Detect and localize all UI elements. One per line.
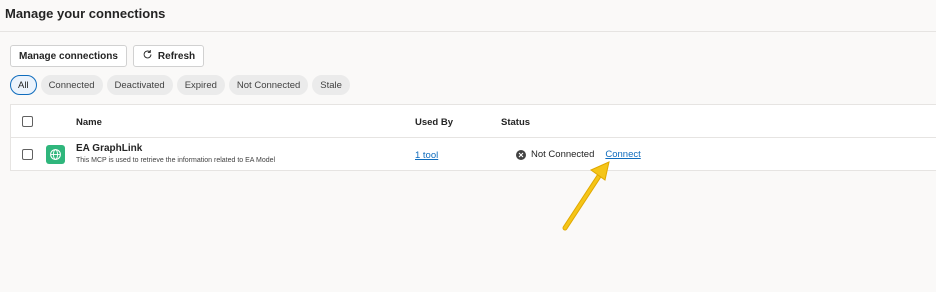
page-title: Manage your connections xyxy=(5,6,166,21)
connect-link[interactable]: Connect xyxy=(605,149,640,160)
page-header: Manage your connections xyxy=(0,0,936,32)
table-header: Name Used By Status xyxy=(11,105,936,138)
refresh-label: Refresh xyxy=(157,50,196,62)
manage-connections-label: Manage connections xyxy=(19,50,118,62)
table-row[interactable]: EA GraphLink This MCP is used to retriev… xyxy=(11,138,936,171)
filter-chip-stale[interactable]: Stale xyxy=(312,75,350,95)
column-header-used-by[interactable]: Used By xyxy=(415,117,453,128)
refresh-icon xyxy=(142,49,153,63)
globe-icon xyxy=(46,145,65,164)
connections-table: Name Used By Status EA GraphLink This MC… xyxy=(10,104,936,171)
used-by-link[interactable]: 1 tool xyxy=(415,150,438,161)
status-text: Not Connected xyxy=(531,149,595,160)
annotation-arrow xyxy=(562,161,610,231)
row-checkbox[interactable] xyxy=(22,149,33,160)
filter-chip-deactivated[interactable]: Deactivated xyxy=(106,75,173,95)
filter-chip-expired[interactable]: Expired xyxy=(176,75,225,95)
column-header-status[interactable]: Status xyxy=(501,117,530,128)
filter-chip-not-connected[interactable]: Not Connected xyxy=(228,75,309,95)
filter-chip-connected[interactable]: Connected xyxy=(40,75,103,95)
filter-chip-all[interactable]: All xyxy=(10,75,37,95)
refresh-button[interactable]: Refresh xyxy=(132,45,205,67)
toolbar: Manage connections Refresh xyxy=(10,45,205,67)
manage-connections-button[interactable]: Manage connections xyxy=(10,45,127,67)
connection-description: This MCP is used to retrieve the informa… xyxy=(76,157,276,164)
status-cell: Not Connected Connect xyxy=(516,149,641,160)
select-all-checkbox[interactable] xyxy=(22,116,33,127)
close-circle-icon xyxy=(516,149,526,160)
connection-name: EA GraphLink xyxy=(76,143,143,154)
filter-chips: All Connected Deactivated Expired Not Co… xyxy=(10,75,350,95)
column-header-name[interactable]: Name xyxy=(76,117,102,128)
